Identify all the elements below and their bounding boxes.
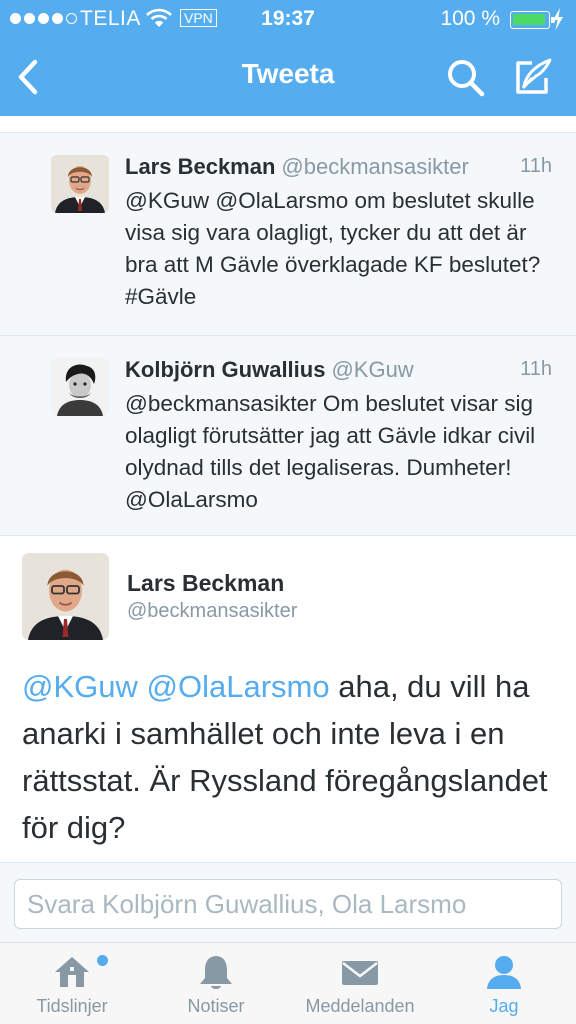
tab-label: Meddelanden (305, 996, 415, 1016)
mention-link[interactable]: @KGuw (22, 669, 138, 704)
bell-icon (200, 956, 232, 989)
tab-label: Tidslinjer (36, 996, 108, 1016)
battery-icon (510, 11, 555, 29)
avatar[interactable] (22, 553, 109, 640)
nav-bar: Tweeta (0, 40, 576, 116)
author-name[interactable]: Kolbjörn Guwallius (125, 357, 325, 382)
reply-tweet[interactable]: Kolbjörn Guwallius @KGuw 11h @beckmansasi… (0, 336, 576, 536)
reply-input[interactable] (14, 879, 562, 929)
reply-bar (0, 862, 576, 942)
compose-icon[interactable] (510, 54, 556, 100)
tab-tidslinjer[interactable]: Tidslinjer (12, 943, 132, 1024)
tweet-text: @beckmansasikter Om beslutet visar sig o… (125, 391, 536, 512)
tab-label: Jag (489, 996, 519, 1016)
tweet-text: @KGuw @OlaLarsmo aha, du vill ha anarki … (22, 663, 557, 851)
author-handle[interactable]: @KGuw (331, 357, 413, 382)
author-name[interactable]: Lars Beckman (125, 154, 275, 179)
tab-meddelanden[interactable]: Meddelanden (290, 943, 430, 1024)
tweet-time: 11h (520, 155, 552, 177)
tab-bar: Tidslinjer Notiser Meddelanden Jag (0, 942, 576, 1024)
author-line: Kolbjörn Guwallius @KGuw (125, 357, 414, 383)
search-icon[interactable] (444, 56, 488, 100)
author-name[interactable]: Lars Beckman (127, 570, 284, 597)
avatar[interactable] (51, 155, 109, 213)
battery-percent: 100 % (440, 7, 500, 30)
top-bar: TELIA VPN 19:37 100 % Tweeta (0, 0, 576, 116)
status-bar: TELIA VPN 19:37 100 % (0, 0, 576, 40)
home-icon (55, 957, 89, 987)
reply-tweet[interactable]: Lars Beckman @beckmansasikter 11h @KGuw @… (0, 133, 576, 336)
author-line: Lars Beckman @beckmansasikter (125, 154, 469, 180)
avatar[interactable] (51, 358, 109, 416)
tweet-time: 11h (520, 358, 552, 380)
person-icon (487, 956, 521, 989)
tab-jag[interactable]: Jag (446, 943, 562, 1024)
page-title: Tweeta (241, 58, 335, 89)
envelope-icon (342, 961, 378, 985)
tab-notiser[interactable]: Notiser (156, 943, 276, 1024)
mention-link[interactable]: @OlaLarsmo (147, 669, 330, 704)
charging-icon (553, 8, 563, 30)
author-handle[interactable]: @beckmansasikter (127, 600, 297, 623)
focused-tweet[interactable]: Lars Beckman @beckmansasikter @KGuw @Ola… (0, 536, 576, 862)
tweet-text: @KGuw @OlaLarsmo om beslutet skulle visa… (125, 188, 541, 309)
tab-label: Notiser (187, 996, 245, 1016)
conversation[interactable]: Lars Beckman @beckmansasikter 11h @KGuw @… (0, 116, 576, 862)
notification-dot (97, 955, 108, 966)
author-handle[interactable]: @beckmansasikter (281, 154, 468, 179)
previous-tweet-edge (0, 116, 576, 133)
